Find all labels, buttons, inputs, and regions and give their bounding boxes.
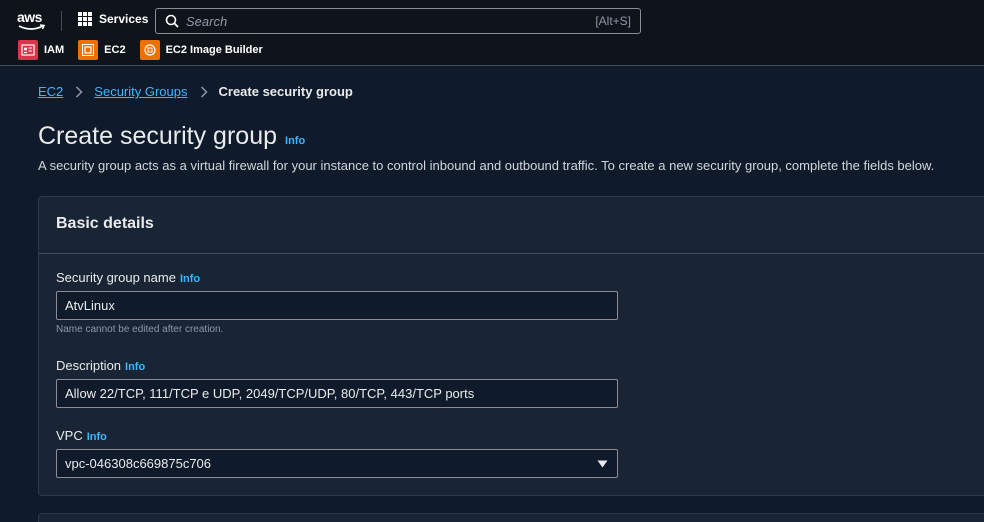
breadcrumb-current: Create security group [218,84,353,99]
vpc-selected-value: vpc-046308c669875c706 [65,456,212,471]
aws-logo-text: aws [17,9,42,25]
favorite-iam-label: IAM [44,44,65,56]
security-group-name-label: Security group name [56,270,176,285]
iam-icon [18,40,38,60]
basic-details-title: Basic details [56,215,154,232]
search-input[interactable] [186,12,566,30]
breadcrumb: EC2 Security Groups Create security grou… [38,84,353,99]
favorite-ec2-image-builder[interactable]: EC2 Image Builder [139,40,263,60]
description-label: Description [56,358,122,373]
favorite-ec2-label: EC2 [104,44,126,56]
page-info-link[interactable]: Info [285,135,305,147]
vpc-select[interactable]: vpc-046308c669875c706 [56,449,618,478]
security-group-name-label-row: Security group name Info [56,270,618,285]
security-group-name-hint: Name cannot be edited after creation. [56,324,224,335]
nav-divider [61,11,62,31]
top-navigation: aws Services [Alt+S] IAM EC2 [0,0,984,66]
page-description: A security group acts as a virtual firew… [38,158,935,173]
vpc-label: VPC [56,428,83,443]
aws-logo[interactable]: aws [16,9,48,31]
chevron-right-icon [75,85,83,98]
search-icon [165,14,179,28]
chevron-right-icon [200,85,208,98]
vpc-label-row: VPC Info [56,428,618,443]
description-field: Description Info [56,358,618,408]
security-group-name-field: Security group name Info Name cannot be … [56,270,618,335]
services-menu-button[interactable]: Services [78,12,148,26]
description-info-link[interactable]: Info [125,361,145,373]
breadcrumb-ec2[interactable]: EC2 [38,84,63,99]
description-label-row: Description Info [56,358,618,373]
services-grid-icon [78,12,92,26]
description-input[interactable] [56,379,618,408]
favorite-ec2[interactable]: EC2 [78,40,126,60]
search-shortcut: [Alt+S] [595,14,631,28]
search-bar[interactable]: [Alt+S] [155,8,641,34]
aws-smile-icon [18,24,46,30]
security-group-name-info-link[interactable]: Info [180,273,200,285]
ec2-icon [78,40,99,60]
security-group-name-input[interactable] [56,291,618,320]
page-header: Create security group Info [38,122,305,151]
favorite-iam[interactable]: IAM [18,40,64,60]
favorites-bar: IAM EC2 EC2 Image Builder [18,40,277,60]
caret-down-icon [597,460,608,468]
favorite-ec2-image-builder-label: EC2 Image Builder [165,44,263,56]
basic-details-header: Basic details [39,197,984,254]
page-title: Create security group [38,122,278,150]
next-panel [38,513,984,522]
basic-details-panel: Basic details Security group name Info N… [38,196,984,496]
vpc-field: VPC Info vpc-046308c669875c706 [56,428,618,478]
vpc-info-link[interactable]: Info [87,431,107,443]
ec2-image-builder-icon [139,40,160,60]
breadcrumb-security-groups[interactable]: Security Groups [94,84,187,99]
services-label: Services [99,12,149,26]
